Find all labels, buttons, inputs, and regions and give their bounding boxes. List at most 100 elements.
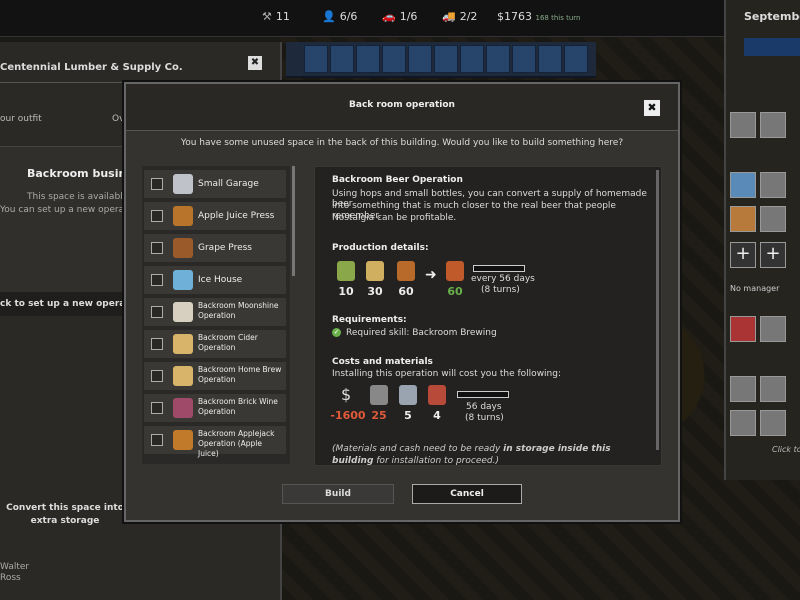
worker-last-name: Ross [0, 573, 21, 583]
operation-list[interactable]: Small Garage Apple Juice Press Grape Pre… [142, 166, 290, 464]
backroom-dialog: Back room operation ✖ You have some unus… [124, 82, 680, 522]
arrow-right-icon: ➜ [425, 267, 437, 283]
requirements-heading: Requirements: [332, 315, 407, 325]
workers-stat: ⚒ 11 [262, 10, 290, 23]
vehicle-icon[interactable] [760, 410, 786, 436]
checkbox[interactable] [151, 274, 163, 286]
list-item[interactable]: Apple Juice Press [144, 202, 286, 231]
toolbar-button-5[interactable] [408, 45, 432, 73]
add-worker-icon[interactable]: + [760, 242, 786, 268]
toolbar-button-6[interactable] [434, 45, 458, 73]
build-time: 56 days [466, 402, 502, 412]
cider-icon [173, 334, 193, 354]
building-toolbar [286, 42, 596, 78]
toolbar-button-7[interactable] [460, 45, 484, 73]
production-progress-bar [473, 265, 525, 272]
building-title: Centennial Lumber & Supply Co. [0, 62, 183, 73]
gear-icon[interactable] [730, 410, 756, 436]
avatar[interactable] [760, 206, 786, 232]
close-icon[interactable]: ✖ [248, 56, 262, 70]
toolbar-button-2[interactable] [330, 45, 354, 73]
vehicle-icon[interactable] [760, 112, 786, 138]
dialog-title: Back room operation [349, 100, 455, 110]
list-item[interactable]: Small Garage [144, 170, 286, 199]
hops-icon [337, 261, 355, 281]
checkbox[interactable] [151, 210, 163, 222]
output-value: 60 [447, 285, 463, 298]
build-turns: (8 turns) [465, 413, 504, 423]
costs-intro: Installing this operation will cost you … [332, 369, 562, 379]
cost-cash-value: -1600 [330, 409, 366, 422]
cost-pipe-value: 5 [404, 409, 412, 422]
avatar[interactable] [760, 172, 786, 198]
toolbar-button-4[interactable] [382, 45, 406, 73]
ice-icon[interactable] [730, 172, 756, 198]
toolbar-button-1[interactable] [304, 45, 328, 73]
beer-bottle-icon [446, 261, 464, 281]
description-line: Nostalgia can be profitable. [332, 213, 457, 223]
toolbar-button-9[interactable] [512, 45, 536, 73]
people-panel: September + + No manager Click to [724, 0, 800, 480]
build-button[interactable]: Build [282, 484, 394, 504]
applejack-icon [173, 430, 193, 450]
cancel-button[interactable]: Cancel [412, 484, 522, 504]
moonshine-icon [173, 302, 193, 322]
car-icon: 🚗 [382, 10, 396, 23]
cost-bricks-value: 4 [433, 409, 441, 422]
checkbox[interactable] [151, 402, 163, 414]
toolbar-button-3[interactable] [356, 45, 380, 73]
card-icon[interactable] [730, 316, 756, 342]
checkbox[interactable] [151, 370, 163, 382]
setup-text: You can set up a new operatio [0, 205, 136, 215]
apple-juice-icon [173, 206, 193, 226]
trucks-stat: 🚚 2/2 [442, 10, 478, 23]
avatar[interactable] [760, 316, 786, 342]
production-turns: (8 turns) [481, 285, 520, 295]
date-bar [744, 38, 800, 56]
build-progress-bar [457, 391, 509, 398]
checkbox[interactable] [151, 338, 163, 350]
bottle-icon[interactable] [730, 206, 756, 232]
list-item[interactable]: Backroom Cider Operation [144, 330, 286, 359]
list-item[interactable]: Ice House [144, 266, 286, 295]
no-manager-label: No manager [730, 284, 780, 293]
dollar-icon: $ [341, 385, 352, 404]
list-item[interactable]: Backroom Brick Wine Operation [144, 394, 286, 423]
cost-barrel-value: 25 [371, 409, 387, 422]
list-item[interactable]: Backroom Applejack Operation (Apple Juic… [144, 426, 286, 458]
top-bar: ⚒ 11 👤 6/6 🚗 1/6 🚚 2/2 $1763 168 this turn [0, 0, 800, 37]
garage-icon [173, 174, 193, 194]
checkbox[interactable] [151, 306, 163, 318]
convert-storage-button[interactable]: Convert this space into extra storage [0, 502, 130, 528]
click-to-label: Click to [772, 445, 800, 454]
detail-scrollbar[interactable] [656, 170, 659, 450]
list-item[interactable]: Grape Press [144, 234, 286, 263]
list-scrollbar[interactable] [292, 166, 295, 276]
list-item[interactable]: Backroom Home Brew Operation [144, 362, 286, 391]
outfit-label: our outfit [0, 114, 42, 124]
list-item[interactable]: Backroom Moonshine Operation [144, 298, 286, 327]
checkbox[interactable] [151, 242, 163, 254]
truck-icon: 🚚 [442, 10, 456, 23]
barrel-icon [370, 385, 388, 405]
date-label: September [744, 10, 800, 23]
vehicle-icon[interactable] [760, 376, 786, 402]
close-icon[interactable]: ✖ [644, 100, 660, 116]
gear-icon[interactable] [730, 376, 756, 402]
toolbar-button-11[interactable] [564, 45, 588, 73]
availability-text: This space is available. [27, 192, 132, 202]
pipe-icon [399, 385, 417, 405]
bottle-icon [397, 261, 415, 281]
avatar[interactable] [730, 112, 756, 138]
checkbox[interactable] [151, 178, 163, 190]
ice-house-icon [173, 270, 193, 290]
input-hops-value: 10 [338, 285, 354, 298]
checkbox[interactable] [151, 434, 163, 446]
toolbar-button-8[interactable] [486, 45, 510, 73]
bricks-icon [428, 385, 446, 405]
operation-title: Backroom Beer Operation [332, 175, 463, 185]
checkmark-icon: ✓ [332, 328, 341, 337]
costs-heading: Costs and materials [332, 357, 433, 367]
add-manager-icon[interactable]: + [730, 242, 756, 268]
toolbar-button-10[interactable] [538, 45, 562, 73]
